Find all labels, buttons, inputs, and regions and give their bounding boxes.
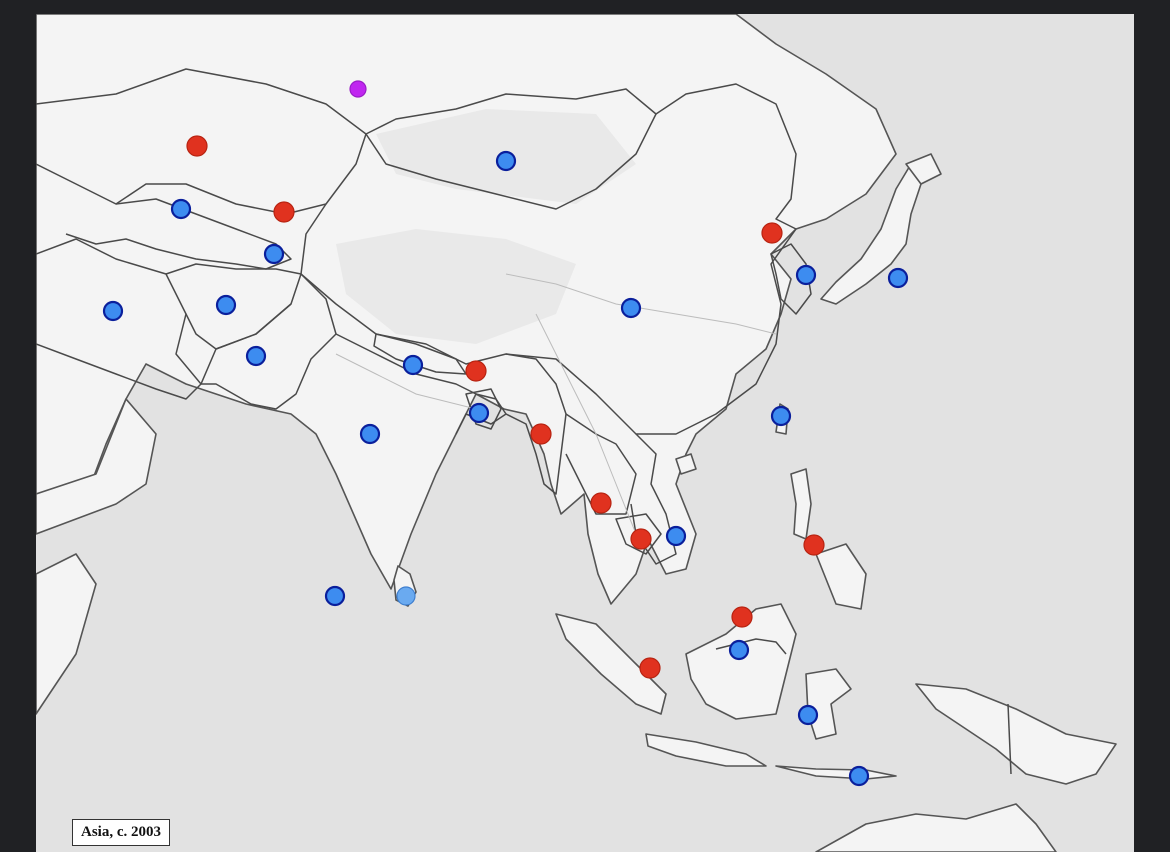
blue-map-marker[interactable]	[324, 585, 346, 607]
blue-map-marker[interactable]	[245, 345, 267, 367]
red-map-marker[interactable]	[639, 657, 661, 679]
blue-map-marker[interactable]	[468, 402, 490, 424]
java	[645, 733, 767, 767]
blue-map-marker[interactable]	[620, 297, 642, 319]
asia-map	[36, 14, 1117, 852]
blue-map-marker[interactable]	[359, 423, 381, 445]
blue-map-marker[interactable]	[728, 639, 750, 661]
red-map-marker[interactable]	[803, 534, 825, 556]
red-map-marker[interactable]	[273, 201, 295, 223]
red-map-marker[interactable]	[731, 606, 753, 628]
australia	[815, 803, 1057, 852]
philippines-luzon	[790, 468, 812, 540]
blue-map-marker[interactable]	[887, 267, 909, 289]
blue-map-marker[interactable]	[215, 294, 237, 316]
map-caption: Asia, c. 2003	[72, 819, 170, 846]
purple-map-marker[interactable]	[349, 80, 367, 98]
lesser-sunda	[775, 765, 897, 780]
red-map-marker[interactable]	[186, 135, 208, 157]
map-frame: Asia, c. 2003	[36, 14, 1134, 852]
red-map-marker[interactable]	[630, 528, 652, 550]
blue-map-marker[interactable]	[795, 264, 817, 286]
africa-horn	[36, 553, 97, 715]
blue-map-marker[interactable]	[665, 525, 687, 547]
blue-map-marker[interactable]	[402, 354, 424, 376]
blue-map-marker[interactable]	[263, 243, 285, 265]
light-blue-map-marker[interactable]	[396, 586, 416, 606]
new-guinea	[915, 683, 1117, 785]
sulawesi	[805, 668, 852, 740]
blue-map-marker[interactable]	[797, 704, 819, 726]
red-map-marker[interactable]	[465, 360, 487, 382]
blue-map-marker[interactable]	[102, 300, 124, 322]
red-map-marker[interactable]	[590, 492, 612, 514]
blue-map-marker[interactable]	[848, 765, 870, 787]
red-map-marker[interactable]	[761, 222, 783, 244]
philippines-mindanao	[815, 543, 867, 610]
blue-map-marker[interactable]	[495, 150, 517, 172]
blue-map-marker[interactable]	[770, 405, 792, 427]
blue-map-marker[interactable]	[170, 198, 192, 220]
red-map-marker[interactable]	[530, 423, 552, 445]
